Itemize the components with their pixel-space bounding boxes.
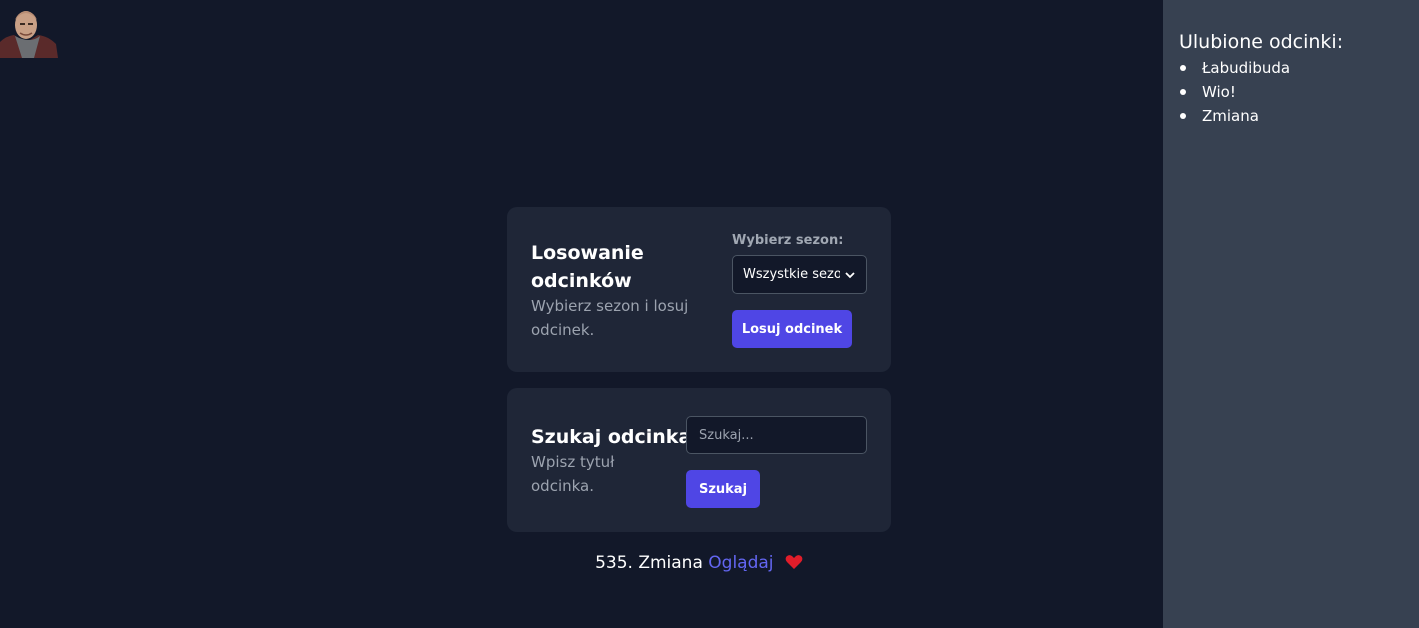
- result-episode-text: 535. Zmiana: [595, 553, 703, 573]
- chevron-down-icon: [845, 271, 855, 278]
- favorite-item[interactable]: Łabudibuda: [1179, 56, 1403, 80]
- random-card-title-line1: Losowanie: [531, 242, 644, 264]
- random-card-title: Losowanie odcinków: [531, 239, 644, 295]
- favorite-item-label: Łabudibuda: [1202, 59, 1291, 77]
- result-line: 535. Zmiana Oglądaj: [507, 550, 891, 576]
- avatar: [0, 0, 58, 58]
- search-card-title: Szukaj odcinka: [531, 426, 692, 448]
- bullet-icon: [1180, 89, 1186, 95]
- season-select[interactable]: Wszystkie sezony: [732, 255, 867, 294]
- search-input[interactable]: [699, 427, 854, 443]
- favorite-item-label: Wio!: [1202, 83, 1236, 101]
- search-card-desc-line1: Wpisz tytuł: [531, 453, 615, 471]
- search-card-description: Wpisz tytuł odcinka.: [531, 450, 614, 498]
- favorites-title: Ulubione odcinki:: [1179, 31, 1344, 53]
- random-card-title-line2: odcinków: [531, 270, 632, 292]
- main-area: Losowanie odcinków Wybierz sezon i losuj…: [0, 0, 1163, 628]
- random-episode-card: Losowanie odcinków Wybierz sezon i losuj…: [507, 207, 891, 372]
- bullet-icon: [1180, 65, 1186, 71]
- season-select-value: Wszystkie sezony: [743, 267, 840, 282]
- favorites-sidebar: Ulubione odcinki: Łabudibuda Wio! Zmiana: [1163, 0, 1419, 628]
- heart-icon[interactable]: [785, 554, 803, 570]
- favorite-item[interactable]: Wio!: [1179, 80, 1403, 104]
- bullet-icon: [1180, 113, 1186, 119]
- season-label: Wybierz sezon:: [732, 233, 844, 248]
- favorites-list: Łabudibuda Wio! Zmiana: [1179, 56, 1403, 128]
- random-card-desc-line2: odcinek.: [531, 321, 595, 339]
- random-card-description: Wybierz sezon i losuj odcinek.: [531, 294, 688, 342]
- search-button[interactable]: Szukaj: [686, 470, 760, 508]
- favorite-item-label: Zmiana: [1202, 107, 1259, 125]
- random-card-desc-line1: Wybierz sezon i losuj: [531, 297, 689, 315]
- search-episode-card: Szukaj odcinka Wpisz tytuł odcinka. Szuk…: [507, 388, 891, 532]
- search-card-desc-line2: odcinka.: [531, 477, 595, 495]
- watch-link[interactable]: Oglądaj: [708, 553, 773, 573]
- search-field[interactable]: [686, 416, 867, 454]
- random-episode-button[interactable]: Losuj odcinek: [732, 310, 852, 348]
- favorite-item[interactable]: Zmiana: [1179, 104, 1403, 128]
